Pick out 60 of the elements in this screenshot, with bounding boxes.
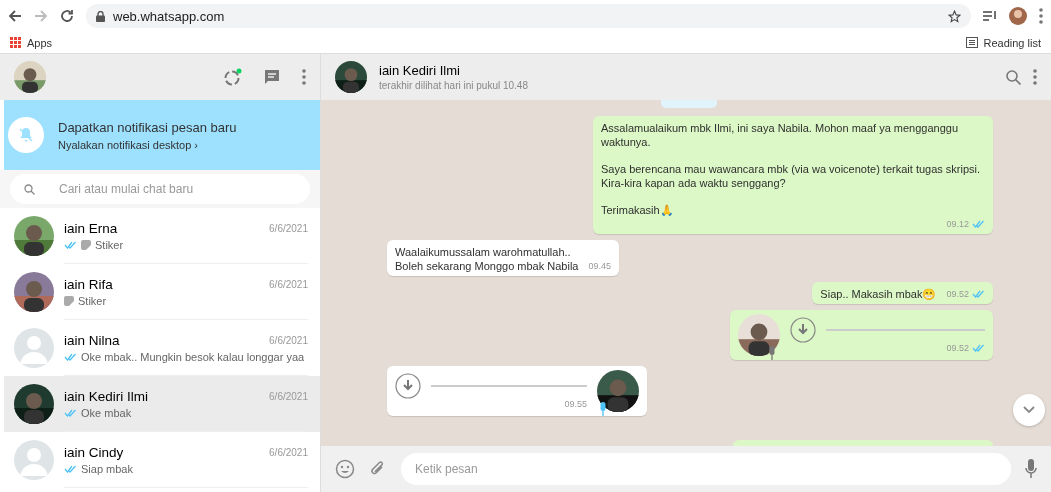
chat-date: 6/6/2021 — [269, 446, 308, 458]
back-icon[interactable] — [8, 9, 22, 23]
search-placeholder: Cari atau mulai chat baru — [59, 182, 194, 196]
message-time: 09.12 — [946, 218, 969, 231]
search-icon — [24, 183, 35, 195]
message-time: 09.55 — [564, 399, 587, 409]
chat-date: 6/6/2021 — [269, 390, 308, 402]
contact-name: iain Kediri Ilmi — [379, 63, 461, 78]
message-input[interactable]: Ketik pesan — [401, 453, 1011, 485]
chat-preview: Oke mbak.. Mungkin besok kalau longgar yaa — [81, 350, 305, 363]
reload-icon[interactable] — [60, 9, 74, 23]
microphone-icon — [768, 346, 776, 360]
last-seen: terakhir dilihat hari ini pukul 10.48 — [379, 80, 529, 91]
chat-item[interactable]: iain Kediri Ilmi 6/6/2021 Oke mbak — [4, 376, 320, 432]
scroll-down-button[interactable] — [1013, 394, 1045, 426]
chat-name: iain Erna — [64, 220, 118, 236]
chevron-down-icon — [1023, 406, 1035, 414]
notification-title: Dapatkan notifikasi pesan baru — [58, 119, 237, 135]
status-icon[interactable] — [224, 68, 242, 86]
message-text: Saya berencana mau wawancara mbk (via wa voicenote) terkait tugas skripsi. Kira-kira kapan ada waktu senggang? — [601, 162, 982, 190]
apps-grid-icon — [10, 37, 21, 48]
new-chat-icon[interactable] — [264, 69, 280, 85]
chat-name: iain Cindy — [64, 444, 124, 460]
message-text: Siap.. Makasih mbak😁 — [820, 287, 937, 301]
download-icon[interactable] — [395, 373, 421, 399]
chat-name: iain Rifa — [64, 276, 113, 292]
microphone-icon — [599, 402, 607, 416]
message-text: Assalamualaikum mbk Ilmi, ini saya Nabila. Mohon maaf ya mengganggu waktunya. — [601, 121, 960, 149]
chat-date: 6/6/2021 — [269, 334, 308, 346]
chat-date: 6/6/2021 — [269, 278, 308, 290]
message-text: Waalaikumussalam warohmatullah.. Boleh sekarang Monggo mbak Nabila — [395, 245, 579, 273]
message-text: Terimakasih🙏 — [601, 203, 675, 217]
message-time: 09.52 — [946, 343, 969, 353]
download-icon[interactable] — [790, 317, 816, 343]
message-time: 09.45 — [588, 260, 611, 273]
reading-list-button[interactable]: Reading list — [965, 36, 1041, 49]
notification-banner[interactable]: Dapatkan notifikasi pesan baru Nyalakan notifikasi desktop › — [4, 100, 320, 170]
url-text: web.whatsapp.com — [113, 8, 226, 24]
star-icon[interactable] — [948, 9, 961, 23]
message-time: 09.52 — [946, 288, 969, 301]
menu-icon[interactable] — [1033, 69, 1037, 85]
chat-preview: Siap mbak — [81, 462, 133, 475]
emoji-icon[interactable] — [335, 459, 355, 479]
search-icon[interactable] — [1006, 69, 1021, 85]
reading-list-icon — [965, 37, 978, 48]
lock-icon — [96, 10, 105, 22]
microphone-icon[interactable] — [1025, 459, 1037, 479]
chat-date: 6/6/2021 — [269, 222, 308, 234]
menu-icon[interactable] — [1039, 8, 1043, 24]
chat-preview: Oke mbak — [81, 406, 132, 419]
notification-link[interactable]: Nyalakan notifikasi desktop › — [58, 138, 237, 151]
chat-preview: Stiker — [95, 238, 124, 251]
chat-name: iain Kediri Ilmi — [64, 388, 149, 404]
chat-name: iain Nilna — [64, 332, 120, 348]
address-bar[interactable]: web.whatsapp.com — [86, 4, 971, 28]
playlist-icon[interactable] — [983, 10, 997, 22]
muted-bell-icon — [8, 117, 44, 153]
bookmark[interactable]: Apps — [10, 36, 53, 49]
menu-icon[interactable] — [302, 69, 306, 85]
chat-preview: Stiker — [78, 294, 107, 307]
